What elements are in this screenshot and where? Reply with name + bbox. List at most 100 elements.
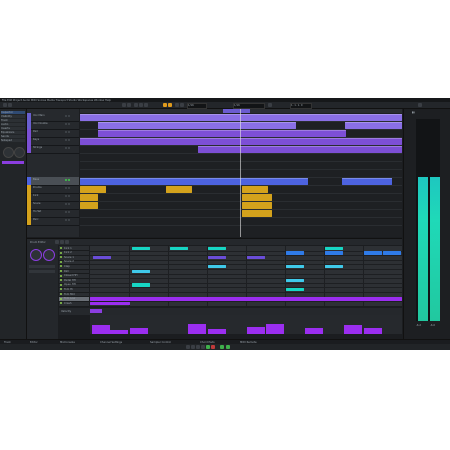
editor-erase-tool[interactable] [65, 240, 69, 244]
drum-row[interactable]: Crash [59, 301, 89, 307]
drum-note[interactable] [286, 251, 304, 255]
drum-part[interactable] [242, 193, 272, 201]
drum-note-grid[interactable] [90, 246, 402, 306]
audio-event[interactable] [80, 113, 402, 121]
drum-note[interactable] [325, 251, 343, 255]
drum-note-sustained[interactable] [90, 297, 402, 301]
velocity-bar[interactable] [188, 324, 206, 334]
solo-button[interactable] [68, 147, 70, 149]
mute-button[interactable] [65, 131, 67, 133]
constrain-delay-button[interactable] [8, 103, 12, 107]
mute-button[interactable] [65, 147, 67, 149]
playhead-cursor[interactable] [240, 109, 241, 237]
drum-part[interactable] [80, 185, 106, 193]
mute-button[interactable] [65, 203, 67, 205]
inspector-inserts[interactable]: Inserts [1, 127, 25, 130]
solo-button[interactable] [68, 139, 70, 141]
draw-tool[interactable] [163, 103, 167, 107]
velocity-bar[interactable] [247, 327, 265, 334]
solo-button[interactable] [68, 187, 70, 189]
forward-button[interactable] [191, 345, 195, 349]
inspector-equalizers[interactable]: Equalizers [1, 131, 25, 134]
pan-knob-icon[interactable] [14, 147, 25, 158]
track-row[interactable]: Strings [27, 145, 79, 154]
mute-button[interactable] [65, 195, 67, 197]
drum-note[interactable] [132, 269, 150, 274]
editor-draw-tool[interactable] [60, 240, 64, 244]
project-arrange-window[interactable] [80, 109, 402, 237]
solo-button[interactable] [68, 195, 70, 197]
velocity-bar[interactable] [364, 328, 382, 334]
editor-select-tool[interactable] [55, 240, 59, 244]
inspector-audio[interactable]: Audio [1, 123, 25, 126]
right-zone-button[interactable] [418, 103, 422, 107]
midi-part[interactable] [80, 137, 402, 145]
drum-note[interactable] [325, 264, 343, 269]
inspector-sends[interactable]: Sends [1, 135, 25, 138]
drum-note[interactable] [383, 251, 401, 255]
velocity-bar[interactable] [344, 325, 362, 334]
drum-note[interactable] [247, 255, 265, 260]
stop-button[interactable] [201, 345, 205, 349]
midi-part[interactable] [80, 177, 308, 185]
drum-note[interactable] [170, 246, 188, 251]
mute-button[interactable] [65, 123, 67, 125]
velocity-bar[interactable] [92, 325, 110, 334]
drum-note[interactable] [90, 301, 130, 306]
velocity-lane[interactable] [90, 315, 402, 334]
midi-part[interactable] [198, 145, 402, 153]
drum-note[interactable] [286, 287, 304, 292]
record-button[interactable] [211, 345, 215, 349]
solo-button[interactable] [68, 115, 70, 117]
left-zone-button[interactable] [122, 103, 126, 107]
solo-button[interactable] [68, 123, 70, 125]
monitor-button[interactable] [65, 179, 67, 181]
velocity-knob-icon[interactable] [43, 249, 55, 261]
drum-note[interactable] [93, 255, 111, 260]
velocity-lane-badge[interactable] [90, 309, 102, 313]
record-enable-button[interactable] [68, 179, 70, 181]
velocity-bar[interactable] [110, 330, 128, 334]
color-button[interactable] [268, 103, 272, 107]
drum-part[interactable] [242, 185, 268, 193]
drum-note[interactable] [364, 251, 382, 255]
drum-note[interactable] [286, 278, 304, 283]
inspector-notepad[interactable]: Notepad [1, 139, 25, 142]
drum-note[interactable] [208, 246, 226, 251]
solo-button[interactable] [68, 219, 70, 221]
audio-event[interactable] [98, 121, 296, 129]
drum-note[interactable] [132, 283, 150, 287]
cycle-button[interactable] [196, 345, 200, 349]
drum-part[interactable] [242, 201, 272, 209]
play-button[interactable] [206, 345, 210, 349]
solo-button[interactable] [68, 131, 70, 133]
drum-note[interactable] [132, 246, 150, 251]
solo-button[interactable] [68, 211, 70, 213]
velocity-bar[interactable] [266, 324, 284, 334]
note-length-knob-icon[interactable] [30, 249, 42, 261]
editor-param-row[interactable] [29, 265, 55, 268]
range-tool[interactable] [139, 103, 143, 107]
mute-button[interactable] [65, 187, 67, 189]
split-tool[interactable] [144, 103, 148, 107]
editor-param-row[interactable] [29, 270, 55, 273]
track-row[interactable]: Perc [27, 217, 79, 226]
activate-project-button[interactable] [3, 103, 7, 107]
velocity-bar[interactable] [208, 329, 226, 334]
volume-knob-icon[interactable] [3, 147, 14, 158]
lower-zone-button[interactable] [127, 103, 131, 107]
mute-button[interactable] [65, 115, 67, 117]
velocity-bar[interactable] [130, 328, 148, 334]
audio-event[interactable] [345, 121, 402, 129]
drum-part[interactable] [166, 185, 192, 193]
solo-button[interactable] [68, 203, 70, 205]
drum-part[interactable] [80, 193, 98, 201]
mute-tool[interactable] [175, 103, 179, 107]
drum-note[interactable] [208, 255, 226, 260]
object-select-tool[interactable] [134, 103, 138, 107]
drum-note[interactable] [325, 246, 343, 251]
midi-part[interactable] [342, 177, 392, 185]
click-button[interactable] [220, 345, 224, 349]
mute-button[interactable] [65, 139, 67, 141]
mute-button[interactable] [65, 219, 67, 221]
